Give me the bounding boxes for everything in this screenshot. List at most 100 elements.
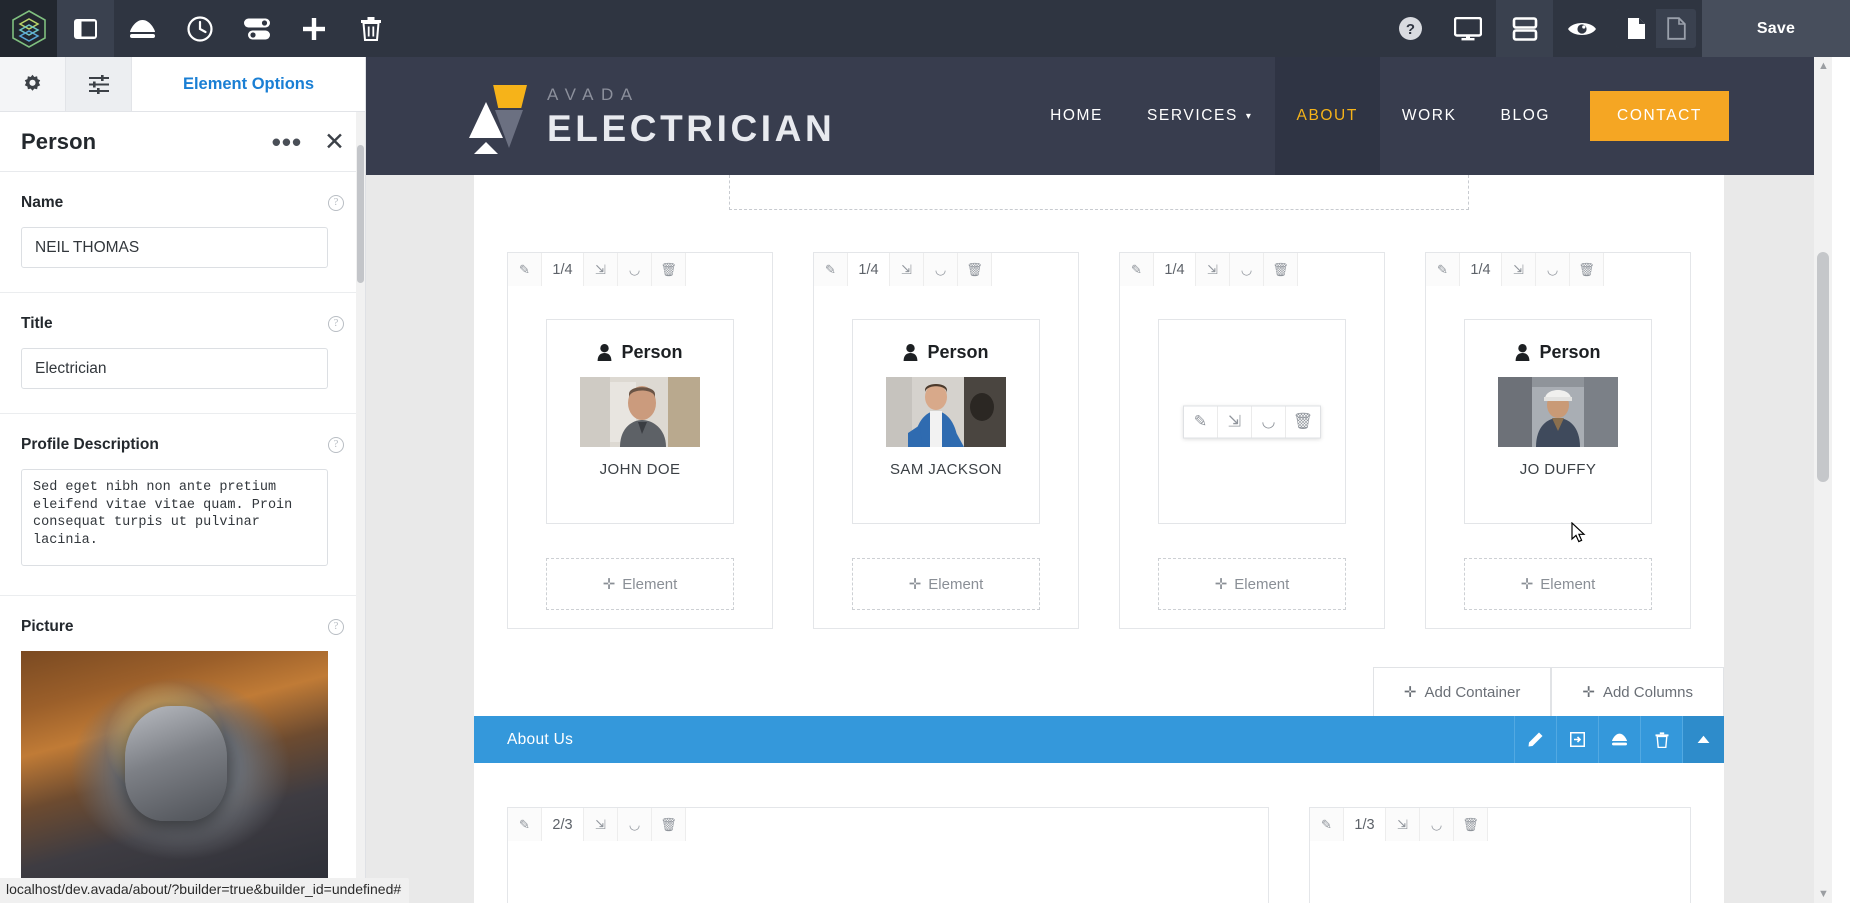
add-element-button[interactable]: ✛ Element (852, 558, 1040, 610)
nav-item-services[interactable]: SERVICES ▾ (1125, 57, 1275, 175)
contact-button[interactable]: CONTACT (1590, 91, 1729, 141)
edit-pencil-icon[interactable] (1514, 716, 1556, 763)
profile-description-textarea[interactable]: Sed eget nibh non ante pretium eleifend … (21, 469, 328, 566)
avada-logo-button[interactable] (0, 0, 57, 57)
add-container-button[interactable]: ✛ Add Container (1372, 667, 1552, 716)
column-fraction-label[interactable]: 2/3 (542, 808, 584, 841)
builder-column[interactable]: ✎ 1/4 ⇲ ◡ 🗑 Person (813, 252, 1079, 629)
clone-icon[interactable]: ⇲ (1502, 253, 1536, 286)
save-library-icon[interactable]: ◡ (618, 808, 652, 841)
layout-blocks-icon-button[interactable] (1496, 0, 1553, 57)
person-element[interactable]: Person JOHN DOE (546, 319, 734, 524)
help-question-icon[interactable]: ? (328, 619, 344, 635)
canvas-scrollbar-thumb[interactable] (1817, 252, 1829, 482)
builder-column[interactable]: ✎ 1/4 ⇲ ◡ 🗑 Person (507, 252, 773, 629)
column-fraction-label[interactable]: 1/4 (542, 253, 584, 286)
add-element-button[interactable]: ✛ Element (546, 558, 734, 610)
column-fraction-label[interactable]: 1/4 (848, 253, 890, 286)
add-plus-icon-button[interactable] (285, 0, 342, 57)
save-library-icon[interactable]: ◡ (924, 253, 958, 286)
site-logo[interactable]: AVADA ELECTRICIAN (469, 80, 835, 154)
global-options-icon-button[interactable] (228, 0, 285, 57)
sidebar-scrollbar[interactable] (356, 112, 365, 903)
logo-top-text: AVADA (547, 84, 640, 104)
delete-trash-icon[interactable]: 🗑 (1454, 808, 1488, 841)
delete-trash-icon[interactable] (1640, 716, 1682, 763)
edit-pencil-icon[interactable]: ✎ (508, 808, 542, 841)
delete-trash-icon[interactable]: 🗑 (1264, 253, 1298, 286)
edit-pencil-icon[interactable]: ✎ (1426, 253, 1460, 286)
responsive-monitor-icon-button[interactable] (1439, 0, 1496, 57)
add-element-button[interactable]: ✛ Element (1158, 558, 1346, 610)
element-settings-tab[interactable] (66, 57, 132, 111)
collapse-caret-icon[interactable] (1682, 716, 1724, 763)
edit-pencil-icon[interactable]: ✎ (1184, 406, 1218, 437)
save-library-icon[interactable]: ◡ (618, 253, 652, 286)
delete-trash-icon[interactable]: 🗑 (958, 253, 992, 286)
builder-column[interactable]: ✎ 1/3 ⇲ ◡ 🗑 (1309, 807, 1691, 903)
trash-icon-button[interactable] (342, 0, 399, 57)
page-options-tab[interactable] (0, 57, 66, 111)
help-question-icon[interactable]: ? (328, 437, 344, 453)
help-question-icon[interactable]: ? (328, 195, 344, 211)
builder-column[interactable]: ✎ 2/3 ⇲ ◡ 🗑 (507, 807, 1269, 903)
nav-item-work[interactable]: WORK (1380, 57, 1479, 175)
person-element[interactable]: Person (1464, 319, 1652, 524)
library-icon-button[interactable] (114, 0, 171, 57)
picture-preview[interactable] (21, 651, 328, 901)
edit-pencil-icon[interactable]: ✎ (1120, 253, 1154, 286)
clone-icon[interactable]: ⇲ (890, 253, 924, 286)
save-library-icon[interactable]: ◡ (1536, 253, 1570, 286)
container-bar-about-us[interactable]: About Us (474, 716, 1724, 763)
delete-trash-icon[interactable]: 🗑 (652, 253, 686, 286)
nav-item-about[interactable]: ABOUT (1274, 57, 1380, 175)
preview-eye-icon (1567, 22, 1596, 35)
default-editor-doc-icon-button[interactable] (1656, 9, 1696, 48)
clone-icon[interactable]: ⇲ (584, 808, 618, 841)
nav-item-blog[interactable]: BLOG (1479, 57, 1572, 175)
edit-pencil-icon[interactable]: ✎ (1310, 808, 1344, 841)
history-clock-icon-button[interactable] (171, 0, 228, 57)
more-options-icon[interactable]: ••• (272, 129, 302, 155)
canvas-scrollbar[interactable]: ▲ ▼ (1814, 57, 1832, 903)
empty-element-slot[interactable]: ✎ ⇲ ◡ 🗑 (1158, 319, 1346, 524)
delete-trash-icon[interactable]: 🗑 (1570, 253, 1604, 286)
delete-trash-icon[interactable]: 🗑 (1286, 406, 1320, 437)
edit-pencil-icon[interactable]: ✎ (508, 253, 542, 286)
element-options-link[interactable]: Element Options (132, 57, 365, 111)
save-library-icon[interactable]: ◡ (1252, 406, 1286, 437)
add-columns-button[interactable]: ✛ Add Columns (1551, 667, 1724, 716)
clone-icon[interactable]: ⇲ (1386, 808, 1420, 841)
save-library-icon[interactable]: ◡ (1230, 253, 1264, 286)
preview-eye-icon-button[interactable] (1553, 0, 1610, 57)
clone-icon[interactable]: ⇲ (584, 253, 618, 286)
plus-icon: ✛ (602, 576, 616, 593)
column-fraction-label[interactable]: 1/4 (1154, 253, 1196, 286)
clone-icon[interactable]: ⇲ (1218, 406, 1252, 437)
builder-column[interactable]: ✎ 1/4 ⇲ ◡ 🗑 ✎ ⇲ ◡ 🗑 ✛ Element (1119, 252, 1385, 629)
status-bar-url: localhost/dev.avada/about/?builder=true&… (0, 878, 410, 903)
name-input[interactable] (21, 227, 328, 268)
builder-column[interactable]: ✎ 1/4 ⇲ ◡ 🗑 Person (1425, 252, 1691, 629)
save-library-icon[interactable] (1598, 716, 1640, 763)
close-icon[interactable]: ✕ (324, 129, 345, 154)
page-builder-doc-icon-button[interactable] (1616, 9, 1656, 48)
column-fraction-label[interactable]: 1/4 (1460, 253, 1502, 286)
add-element-button[interactable]: ✛ Element (1464, 558, 1652, 610)
save-button[interactable]: Save (1702, 0, 1850, 57)
delete-trash-icon[interactable]: 🗑 (652, 808, 686, 841)
person-element[interactable]: Person (852, 319, 1040, 524)
column-fraction-label[interactable]: 1/3 (1344, 808, 1386, 841)
help-question-icon[interactable]: ? (328, 316, 344, 332)
edit-pencil-icon[interactable]: ✎ (814, 253, 848, 286)
sidebar-toggle-icon-button[interactable] (57, 0, 114, 57)
nav-item-home[interactable]: HOME (1028, 57, 1125, 175)
clone-icon[interactable]: ⇲ (1196, 253, 1230, 286)
help-question-icon-button[interactable]: ? (1382, 0, 1439, 57)
scroll-up-arrow-icon[interactable]: ▲ (1818, 60, 1829, 72)
title-input[interactable] (21, 348, 328, 389)
save-library-icon[interactable]: ◡ (1420, 808, 1454, 841)
scroll-down-arrow-icon[interactable]: ▼ (1818, 888, 1829, 900)
clone-icon[interactable] (1556, 716, 1598, 763)
sidebar-scrollbar-thumb[interactable] (357, 145, 364, 283)
